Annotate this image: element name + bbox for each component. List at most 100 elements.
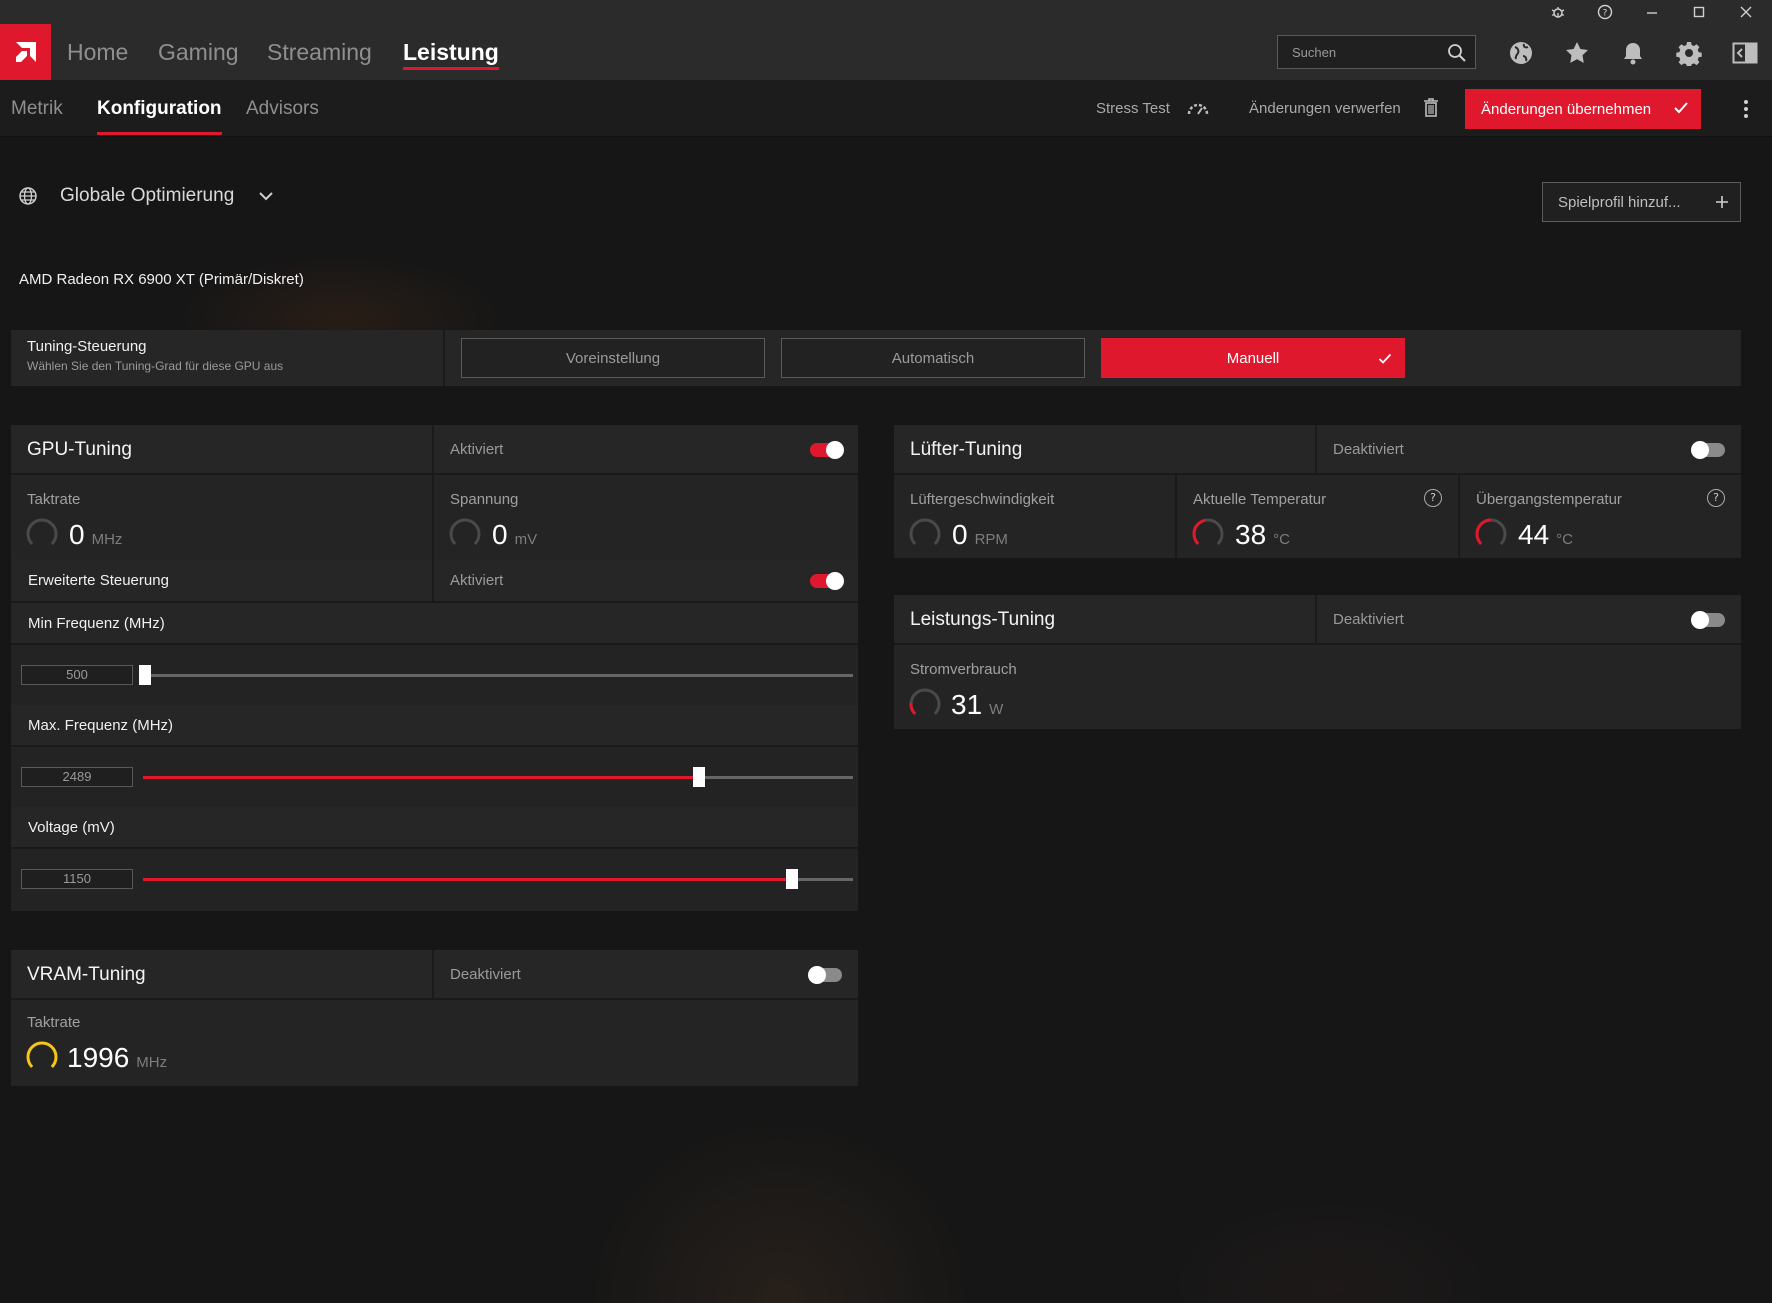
sidebar-icon[interactable] [1730, 38, 1760, 68]
power-label: Stromverbrauch [910, 661, 1017, 678]
gpu-tuning-toggle[interactable] [810, 441, 844, 459]
junction-temp-label: Übergangstemperatur [1476, 491, 1622, 508]
divider [1458, 475, 1460, 558]
fan-tuning-title: Lüfter-Tuning [910, 439, 1023, 460]
divider [1315, 425, 1317, 473]
gpu-tuning-status: Aktiviert [450, 441, 504, 458]
min-freq-track[interactable] [143, 674, 853, 677]
tuning-preset-button[interactable]: Voreinstellung [461, 338, 765, 378]
voltage-thumb[interactable] [786, 869, 798, 889]
junction-temp-gauge [1475, 518, 1507, 550]
vram-clock-metric: 1996 MHz [67, 1042, 167, 1074]
bug-icon[interactable] [1536, 0, 1580, 24]
globe-outline-icon [18, 186, 38, 206]
min-freq-label-row: Min Frequenz (MHz) [11, 603, 858, 645]
star-icon[interactable] [1562, 38, 1592, 68]
add-game-profile-button[interactable]: Spielprofil hinzuf... [1542, 182, 1741, 222]
advanced-control-status: Aktiviert [450, 572, 504, 589]
power-metric: 31 W [951, 689, 1003, 721]
clock-unit: MHz [91, 531, 123, 548]
tab-metrik[interactable]: Metrik [11, 80, 63, 137]
bell-icon[interactable] [1618, 38, 1648, 68]
advanced-control-toggle[interactable] [810, 572, 844, 590]
help-icon[interactable]: ? [1424, 489, 1442, 507]
gpu-tuning-title: GPU-Tuning [27, 439, 132, 460]
check-icon [1378, 352, 1392, 369]
min-freq-label: Min Frequenz (MHz) [28, 615, 165, 632]
discard-button[interactable]: Änderungen verwerfen [1249, 80, 1439, 137]
voltage-slider-row: 1150 [11, 849, 858, 911]
power-value: 31 [951, 689, 983, 720]
power-gauge [909, 688, 941, 720]
svg-text:?: ? [1603, 9, 1608, 19]
nav-tab-leistung[interactable]: Leistung [403, 24, 499, 80]
max-freq-thumb[interactable] [693, 767, 705, 787]
current-temp-gauge [1192, 518, 1224, 550]
search-icon[interactable] [1447, 43, 1467, 67]
divider [432, 559, 434, 601]
nav-tab-streaming[interactable]: Streaming [267, 24, 372, 80]
nav-tab-gaming[interactable]: Gaming [158, 24, 239, 80]
maximize-icon[interactable] [1677, 0, 1721, 24]
apply-changes-button[interactable]: Änderungen übernehmen [1465, 89, 1701, 129]
current-temp-label: Aktuelle Temperatur [1193, 491, 1327, 508]
tuning-manual-label: Manuell [1226, 349, 1280, 367]
min-freq-input[interactable]: 500 [21, 665, 133, 685]
fan-tuning-header: Lüfter-Tuning Deaktiviert [894, 425, 1741, 475]
current-temp-metric: 38 °C [1235, 519, 1290, 551]
power-tuning-toggle[interactable] [1691, 611, 1725, 629]
tab-advisors[interactable]: Advisors [246, 80, 319, 137]
voltage-slider-label: Voltage (mV) [28, 819, 115, 836]
advanced-control-label: Erweiterte Steuerung [28, 572, 169, 589]
profile-selected-label: Globale Optimierung [60, 185, 235, 206]
close-icon[interactable] [1724, 0, 1768, 24]
tuning-control-title: Tuning-Steuerung [27, 338, 147, 355]
gear-icon[interactable] [1674, 38, 1704, 68]
vram-tuning-toggle[interactable] [808, 966, 842, 984]
fan-tuning-panel: Lüfter-Tuning Deaktiviert Lüftergeschwin… [894, 425, 1741, 558]
tuning-manual-button[interactable]: Manuell [1101, 338, 1405, 378]
gpu-tuning-header: GPU-Tuning Aktiviert [11, 425, 858, 475]
more-options-icon[interactable] [1740, 98, 1752, 120]
current-temp-unit: °C [1273, 531, 1290, 548]
profile-selector[interactable]: Globale Optimierung [18, 183, 274, 209]
junction-temp-metric: 44 °C [1518, 519, 1573, 551]
min-freq-thumb[interactable] [139, 665, 151, 685]
speedometer-icon [1186, 103, 1210, 120]
max-freq-label: Max. Frequenz (MHz) [28, 717, 174, 734]
vram-metrics: Taktrate 1996 MHz [11, 1000, 858, 1086]
tab-konfiguration[interactable]: Konfiguration [97, 80, 222, 137]
power-unit: W [989, 701, 1004, 718]
max-freq-input[interactable]: 2489 [21, 767, 133, 787]
divider [432, 475, 434, 559]
amd-logo[interactable] [0, 24, 51, 80]
voltage-input[interactable]: 1150 [21, 869, 133, 889]
fan-speed-value: 0 [952, 519, 968, 550]
help-icon[interactable]: ? [1583, 0, 1627, 24]
trash-icon [1423, 98, 1439, 121]
nav-tab-home[interactable]: Home [67, 24, 128, 80]
globe-icon[interactable] [1506, 38, 1536, 68]
search-box[interactable] [1277, 35, 1476, 69]
main-nav: Home Gaming Streaming Leistung [0, 24, 1772, 80]
tuning-automatic-button[interactable]: Automatisch [781, 338, 1085, 378]
voltage-value: 0 [492, 519, 508, 550]
search-input[interactable] [1278, 36, 1438, 68]
gpu-tuning-metrics: Taktrate 0 MHz Spannung 0 mV [11, 475, 858, 559]
divider [432, 425, 434, 473]
clock-label: Taktrate [27, 491, 81, 508]
fan-speed-gauge [909, 518, 941, 550]
power-tuning-status: Deaktiviert [1333, 611, 1404, 628]
voltage-metric: 0 mV [492, 519, 537, 551]
minimize-icon[interactable] [1630, 0, 1674, 24]
fan-tuning-toggle[interactable] [1691, 441, 1725, 459]
sub-nav: Metrik Konfiguration Advisors Stress Tes… [0, 80, 1772, 137]
vram-tuning-panel: VRAM-Tuning Deaktiviert Taktrate 1996 MH… [11, 950, 858, 1086]
clock-value: 0 [69, 519, 85, 550]
stress-test-button[interactable]: Stress Test [1096, 80, 1210, 137]
current-temp-value: 38 [1235, 519, 1267, 550]
discard-label: Änderungen verwerfen [1249, 100, 1401, 117]
clock-gauge [26, 518, 58, 550]
junction-temp-value: 44 [1518, 519, 1550, 550]
help-icon[interactable]: ? [1707, 489, 1725, 507]
